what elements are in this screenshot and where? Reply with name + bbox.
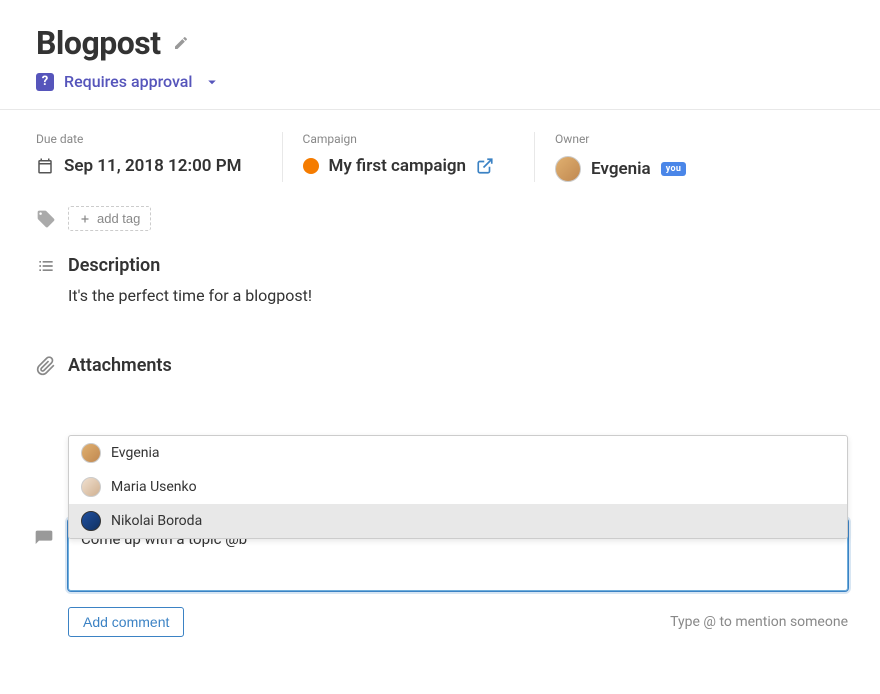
mention-item[interactable]: Nikolai Boroda bbox=[69, 504, 847, 538]
campaign-color-dot bbox=[303, 158, 319, 174]
due-date-value-row: Sep 11, 2018 12:00 PM bbox=[36, 156, 242, 176]
mention-item[interactable]: Evgenia bbox=[69, 436, 847, 470]
mention-name: Evgenia bbox=[111, 445, 160, 461]
campaign-value: My first campaign bbox=[329, 156, 467, 176]
mention-name: Nikolai Boroda bbox=[111, 513, 202, 529]
add-comment-button[interactable]: Add comment bbox=[68, 607, 184, 637]
due-date-value: Sep 11, 2018 12:00 PM bbox=[64, 156, 242, 176]
attachments-header: Attachments bbox=[36, 355, 844, 376]
owner-avatar bbox=[555, 156, 581, 182]
campaign-value-row: My first campaign bbox=[303, 156, 495, 176]
title-row: Blogpost bbox=[36, 24, 844, 62]
owner-label: Owner bbox=[555, 132, 686, 146]
owner-value: Evgenia bbox=[591, 159, 651, 179]
comment-footer: Add comment Type @ to mention someone bbox=[68, 607, 848, 637]
avatar bbox=[81, 443, 101, 463]
avatar bbox=[81, 477, 101, 497]
mention-hint: Type @ to mention someone bbox=[670, 614, 848, 630]
external-link-icon[interactable] bbox=[476, 157, 494, 175]
campaign-block[interactable]: Campaign My first campaign bbox=[303, 132, 536, 182]
plus-icon bbox=[79, 213, 91, 225]
attachments-section: Attachments bbox=[0, 335, 880, 396]
page-header: Blogpost ? Requires approval bbox=[0, 0, 880, 110]
comment-icon bbox=[34, 529, 54, 549]
owner-value-row: Evgenia you bbox=[555, 156, 686, 182]
status-label: Requires approval bbox=[64, 72, 193, 91]
description-title: Description bbox=[68, 255, 160, 276]
tag-icon bbox=[36, 209, 56, 229]
due-date-block[interactable]: Due date Sep 11, 2018 12:00 PM bbox=[36, 132, 283, 182]
mention-name: Maria Usenko bbox=[111, 479, 197, 495]
you-badge: you bbox=[661, 162, 687, 176]
chevron-down-icon bbox=[203, 73, 221, 91]
add-tag-button[interactable]: add tag bbox=[68, 206, 151, 231]
mention-dropdown: Evgenia Maria Usenko Nikolai Boroda bbox=[68, 435, 848, 539]
paperclip-icon bbox=[36, 356, 56, 376]
avatar bbox=[81, 511, 101, 531]
add-tag-label: add tag bbox=[97, 211, 140, 226]
description-header: Description bbox=[36, 255, 844, 276]
status-question-icon: ? bbox=[36, 73, 54, 91]
meta-row: Due date Sep 11, 2018 12:00 PM Campaign … bbox=[0, 110, 880, 200]
campaign-label: Campaign bbox=[303, 132, 495, 146]
description-text[interactable]: It's the perfect time for a blogpost! bbox=[36, 286, 844, 305]
list-icon bbox=[36, 256, 56, 276]
due-date-label: Due date bbox=[36, 132, 242, 146]
mention-item[interactable]: Maria Usenko bbox=[69, 470, 847, 504]
page-title: Blogpost bbox=[36, 24, 161, 62]
calendar-icon bbox=[36, 157, 54, 175]
status-row[interactable]: ? Requires approval bbox=[36, 72, 844, 91]
owner-block[interactable]: Owner Evgenia you bbox=[555, 132, 686, 182]
attachments-title: Attachments bbox=[68, 355, 172, 376]
description-section: Description It's the perfect time for a … bbox=[0, 245, 880, 335]
edit-title-icon[interactable] bbox=[173, 35, 189, 51]
tags-row: add tag bbox=[0, 200, 880, 245]
